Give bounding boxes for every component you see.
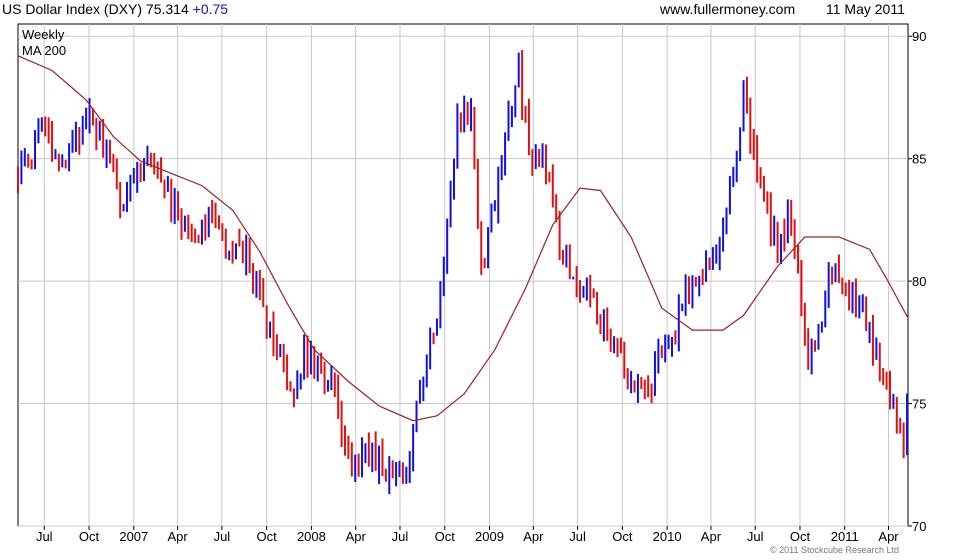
x-tick-label: 2007 [119,529,148,544]
x-tick-label: 2011 [831,529,859,544]
price-chart: 70 75 80 85 90 Jul Oct 2007 Apr Jul Oct 2008 Apr Jul O… [17,23,926,544]
y-tick-label: 75 [912,397,926,412]
x-tick-label: Oct [435,529,456,544]
y-tick-label: 80 [912,274,926,289]
x-tick-label: Jul [747,529,764,544]
x-tick-label: Oct [79,529,100,544]
x-tick-label: 2010 [653,529,682,544]
y-tick-label: 70 [912,519,926,534]
chart-root: US Dollar Index (DXY) 75.314 +0.75 www.f… [0,0,960,560]
y-tick-label: 85 [912,152,926,167]
legend-weekly: Weekly [22,27,65,42]
x-tick-label: Oct [612,529,633,544]
x-tick-label: Oct [257,529,278,544]
x-tick-label: Jul [392,529,409,544]
x-tick-label: 2009 [475,529,504,544]
x-tick-label: Apr [167,529,188,544]
legend-ma-200: MA 200 [22,43,67,58]
x-tick-label: Jul [36,529,53,544]
x-tick-label: Apr [346,529,367,544]
copyright: © 2011 Stockcube Research Ltd [770,545,900,555]
x-tick-label: 2008 [297,529,326,544]
y-tick-label: 90 [912,29,926,44]
x-tick-label: Apr [523,529,544,544]
x-tick-label: Apr [878,529,899,544]
grid-layer [17,23,909,527]
x-tick-label: Jul [214,529,231,544]
x-tick-label: Jul [569,529,586,544]
plot-frame [17,23,909,527]
x-tick-label: Apr [701,529,722,544]
x-tick-label: Oct [790,529,811,544]
